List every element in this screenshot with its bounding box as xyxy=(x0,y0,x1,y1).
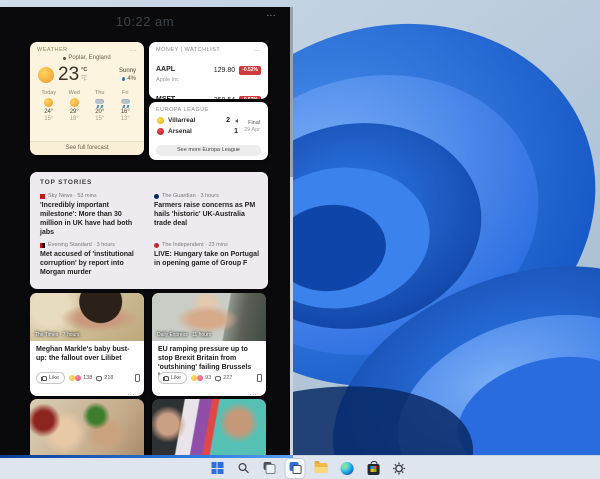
precipitation-value: 4% xyxy=(127,76,136,82)
top-stories-header: TOP STORIES xyxy=(30,172,268,189)
thumbs-up-icon xyxy=(42,376,47,381)
comments-count[interactable]: 218 xyxy=(96,375,113,381)
money-header: MONEY | WATCHLIST xyxy=(156,47,220,53)
location-pin-icon xyxy=(63,57,66,60)
stock-row[interactable]: MSFT Microsoft Corp 258.54 -0.52% xyxy=(149,85,268,99)
stock-company: Apple Inc xyxy=(156,77,179,83)
share-icon[interactable] xyxy=(135,374,140,382)
widgets-button[interactable] xyxy=(286,459,305,478)
microsoft-store-button[interactable] xyxy=(364,459,383,478)
story-evening-standard[interactable]: Evening Standard · 3 hours Met accused o… xyxy=(40,242,146,277)
article-source: Daily Express · 11 hours xyxy=(157,332,211,338)
precipitation-icon xyxy=(122,77,125,81)
stock-symbol: MSFT xyxy=(156,96,175,100)
weather-widget[interactable]: WEATHER … Poplar, England 23 °C°F Sunny … xyxy=(30,42,144,155)
panel-scrollbar[interactable] xyxy=(290,7,293,455)
top-stories-widget: TOP STORIES Sky News · 53 mins 'Incredib… xyxy=(30,172,268,289)
panel-greeting-time: 10:22 am xyxy=(0,14,290,29)
sky-news-icon xyxy=(40,194,45,199)
file-explorer-button[interactable] xyxy=(312,459,331,478)
store-icon xyxy=(367,464,379,475)
villarreal-crest-icon xyxy=(157,117,164,124)
forecast-day: Today 24°15° xyxy=(36,90,62,122)
comment-icon xyxy=(96,376,102,381)
comment-icon xyxy=(215,376,221,381)
stock-row[interactable]: AAPL Apple Inc 129.80 -0.52% xyxy=(149,55,268,85)
article-source: The Times · 7 hours xyxy=(35,332,79,338)
stock-change-badge: -0.52% xyxy=(239,66,261,75)
weather-location[interactable]: Poplar, England xyxy=(68,55,110,61)
news-card[interactable]: The Times · 7 hours Meghan Markle's baby… xyxy=(30,293,144,396)
news-card-photo-partial[interactable] xyxy=(30,399,144,455)
evening-standard-icon xyxy=(40,243,45,248)
edge-button[interactable] xyxy=(338,459,357,478)
unit-toggle[interactable]: °C°F xyxy=(81,67,87,82)
news-card[interactable]: Daily Express · 11 hours EU ramping pres… xyxy=(152,293,266,396)
settings-gear-icon xyxy=(393,462,406,475)
share-icon[interactable] xyxy=(257,374,262,382)
current-temperature: 23 xyxy=(58,64,79,86)
weather-condition: Sunny xyxy=(119,68,136,74)
weather-menu-icon[interactable]: … xyxy=(130,48,138,52)
rain-icon xyxy=(94,98,105,107)
money-menu-icon[interactable]: … xyxy=(254,48,262,52)
windows-start-icon xyxy=(211,462,223,474)
widgets-panel: 10:22 am … WEATHER … Poplar, England 23 … xyxy=(0,7,290,455)
see-more-europa-button[interactable]: See more Europa League xyxy=(156,145,261,156)
like-button[interactable]: Like xyxy=(36,372,65,384)
search-icon xyxy=(237,462,249,474)
taskbar: 10:23 AM Tuesday 6/15/2021 4 xyxy=(0,455,600,479)
task-view-icon xyxy=(263,462,275,474)
stock-price: 129.80 xyxy=(214,67,235,74)
see-full-forecast-button[interactable]: See full forecast xyxy=(30,141,144,155)
forecast-day: Wed 29°18° xyxy=(62,90,88,122)
settings-button[interactable] xyxy=(390,459,409,478)
guardian-icon xyxy=(154,194,159,199)
scrollbar-thumb[interactable] xyxy=(290,7,293,177)
forecast-day: Thu 20°15° xyxy=(87,90,113,122)
arsenal-crest-icon xyxy=(157,128,164,135)
rain-icon xyxy=(120,98,131,107)
article-photo: The Times · 7 hours xyxy=(30,293,144,341)
card-more-icon[interactable]: … xyxy=(127,388,136,396)
stock-symbol: AAPL xyxy=(156,66,175,73)
match-status: Final 29 Apr xyxy=(244,120,260,134)
europa-league-widget[interactable]: EUROPA LEAGUE Villarreal 2 Arsenal 1 Fin… xyxy=(149,102,268,160)
reactions-count[interactable]: 138 xyxy=(69,375,92,381)
independent-icon xyxy=(154,243,159,248)
stock-change-badge: -0.52% xyxy=(239,96,261,100)
widgets-icon xyxy=(289,462,301,474)
sunny-icon xyxy=(44,98,53,107)
weather-header: WEATHER xyxy=(37,47,68,53)
search-button[interactable] xyxy=(234,459,253,478)
heart-emoji-icon xyxy=(75,375,81,381)
file-explorer-icon xyxy=(315,463,328,473)
story-sky-news[interactable]: Sky News · 53 mins 'Incredibly important… xyxy=(40,193,146,237)
sunny-icon xyxy=(70,98,79,107)
article-title: Meghan Markle's baby bust-up: the fallou… xyxy=(30,341,144,363)
panel-menu-icon[interactable]: … xyxy=(266,8,277,19)
news-card-photo-partial[interactable] xyxy=(152,399,266,455)
heart-emoji-icon xyxy=(197,375,203,381)
thumbs-up-icon xyxy=(164,376,169,381)
edge-browser-icon xyxy=(341,462,354,475)
story-guardian[interactable]: The Guardian · 3 hours Farmers raise con… xyxy=(154,193,260,228)
sunny-icon xyxy=(38,67,54,83)
reactions-count[interactable]: 93 xyxy=(191,375,211,381)
comments-count[interactable]: 227 xyxy=(215,375,232,381)
winner-marker-icon xyxy=(235,119,238,123)
forecast-day: Fri 16°13° xyxy=(113,90,139,122)
task-view-button[interactable] xyxy=(260,459,279,478)
story-independent[interactable]: The Independent · 23 mins LIVE: Hungary … xyxy=(154,242,260,268)
like-button[interactable]: Like xyxy=(158,372,187,384)
stock-price: 258.54 xyxy=(214,97,235,100)
article-photo: Daily Express · 11 hours xyxy=(152,293,266,341)
card-more-icon[interactable]: … xyxy=(249,388,258,396)
money-watchlist-widget[interactable]: MONEY | WATCHLIST … AAPL Apple Inc 129.8… xyxy=(149,42,268,99)
europa-header: EUROPA LEAGUE xyxy=(156,107,209,113)
start-button[interactable] xyxy=(208,459,227,478)
